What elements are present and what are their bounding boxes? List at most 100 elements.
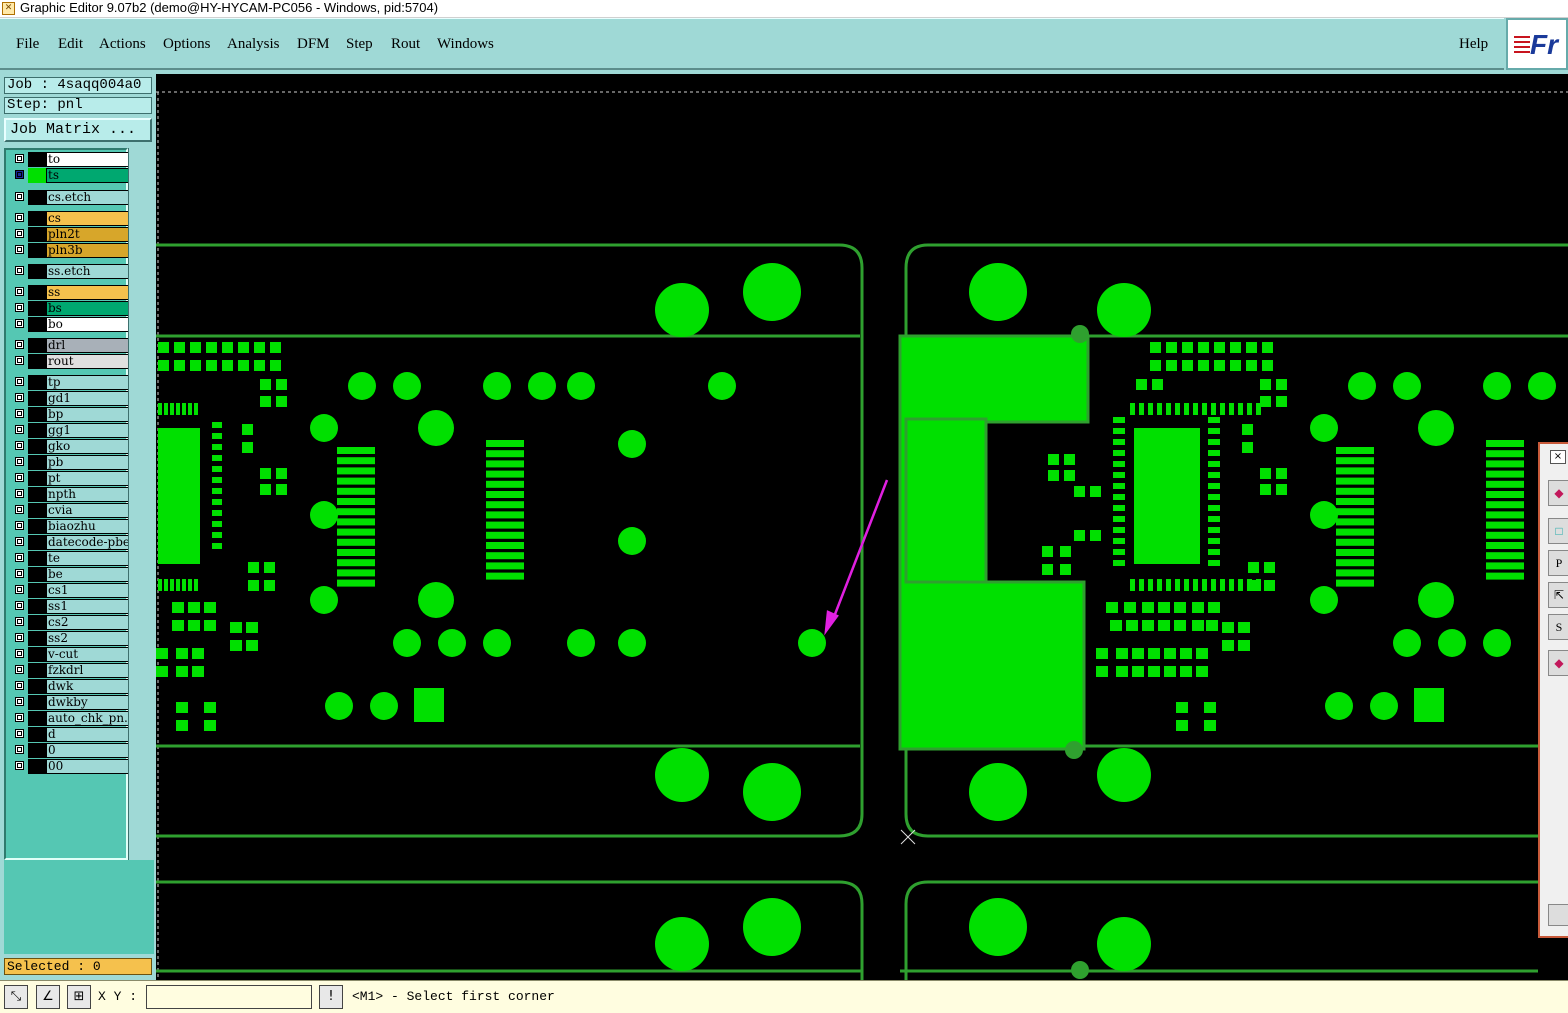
layer-display-slot[interactable]: [28, 243, 46, 258]
layer-checkbox[interactable]: [15, 553, 24, 562]
layer-display-slot[interactable]: [28, 631, 46, 646]
layer-row-te[interactable]: te: [12, 551, 130, 566]
layer-display-slot[interactable]: [28, 599, 46, 614]
layer-display-slot[interactable]: [28, 519, 46, 534]
layer-checkbox[interactable]: [15, 665, 24, 674]
layer-row-dwkby[interactable]: dwkby: [12, 695, 130, 710]
layer-row-d[interactable]: d: [12, 727, 130, 742]
layer-row-biaozhu[interactable]: biaozhu: [12, 519, 130, 534]
layer-display-slot[interactable]: [28, 391, 46, 406]
layer-row-gg1[interactable]: gg1: [12, 423, 130, 438]
layer-display-slot[interactable]: [28, 615, 46, 630]
layer-row-tp[interactable]: tp: [12, 375, 130, 390]
toolbox-p-button[interactable]: P: [1548, 550, 1568, 576]
layer-display-slot[interactable]: [28, 439, 46, 454]
menu-step[interactable]: Step: [346, 36, 373, 53]
layer-checkbox[interactable]: [15, 192, 24, 201]
layer-row-cs1[interactable]: cs1: [12, 583, 130, 598]
layer-display-slot[interactable]: [28, 211, 46, 226]
layer-row-drl[interactable]: drl: [12, 338, 130, 353]
layer-row-gd1[interactable]: gd1: [12, 391, 130, 406]
layer-row-ss2[interactable]: ss2: [12, 631, 130, 646]
menu-rout[interactable]: Rout: [391, 36, 420, 53]
toolbox-arrow-icon[interactable]: ⇱: [1548, 582, 1568, 608]
job-matrix-button[interactable]: Job Matrix ...: [4, 118, 152, 142]
measure-icon[interactable]: ∠: [36, 985, 60, 1009]
menu-actions[interactable]: Actions: [99, 36, 146, 53]
menu-dfm[interactable]: DFM: [297, 36, 330, 53]
toolbox-diamond-icon-2[interactable]: ◆: [1548, 650, 1568, 676]
layer-checkbox[interactable]: [15, 170, 24, 179]
menu-edit[interactable]: Edit: [58, 36, 83, 53]
menu-file[interactable]: File: [16, 36, 39, 53]
layer-checkbox[interactable]: [15, 229, 24, 238]
alert-icon[interactable]: !: [319, 985, 343, 1009]
layer-checkbox[interactable]: [15, 569, 24, 578]
layer-display-slot[interactable]: [28, 503, 46, 518]
layer-display-slot[interactable]: [28, 759, 46, 774]
layer-checkbox[interactable]: [15, 266, 24, 275]
layer-display-slot[interactable]: [28, 285, 46, 300]
layer-display-slot[interactable]: [28, 727, 46, 742]
layer-row-cs2[interactable]: cs2: [12, 615, 130, 630]
layer-display-slot[interactable]: [28, 583, 46, 598]
layer-display-slot[interactable]: [28, 338, 46, 353]
layer-checkbox[interactable]: [15, 154, 24, 163]
layer-row-pt[interactable]: pt: [12, 471, 130, 486]
toolbox-bottom-button[interactable]: [1548, 904, 1568, 926]
menu-windows[interactable]: Windows: [437, 36, 494, 53]
layer-row-fzkdrl[interactable]: fzkdrl: [12, 663, 130, 678]
layer-display-slot[interactable]: [28, 407, 46, 422]
layer-display-slot[interactable]: [28, 264, 46, 279]
layer-display-slot[interactable]: [28, 423, 46, 438]
layer-row-rout[interactable]: rout: [12, 354, 130, 369]
layer-row-cvia[interactable]: cvia: [12, 503, 130, 518]
layer-checkbox[interactable]: [15, 425, 24, 434]
layer-display-slot[interactable]: [28, 567, 46, 582]
layer-checkbox[interactable]: [15, 601, 24, 610]
layer-row-ss1[interactable]: ss1: [12, 599, 130, 614]
layer-checkbox[interactable]: [15, 649, 24, 658]
toolbox-close-icon[interactable]: ×: [1550, 450, 1566, 464]
layer-row-to[interactable]: to: [12, 152, 130, 167]
layer-row-dwk[interactable]: dwk: [12, 679, 130, 694]
layer-checkbox[interactable]: [15, 633, 24, 642]
layer-display-slot[interactable]: [28, 354, 46, 369]
layer-checkbox[interactable]: [15, 213, 24, 222]
layer-row-pb[interactable]: pb: [12, 455, 130, 470]
layer-row-be[interactable]: be: [12, 567, 130, 582]
menu-options[interactable]: Options: [163, 36, 211, 53]
layer-checkbox[interactable]: [15, 441, 24, 450]
toolbox-diamond-icon[interactable]: ◆: [1548, 480, 1568, 506]
layer-row-0[interactable]: 0: [12, 743, 130, 758]
menu-help[interactable]: Help: [1459, 36, 1488, 53]
layer-checkbox[interactable]: [15, 245, 24, 254]
layer-display-slot[interactable]: [28, 679, 46, 694]
layer-display-slot[interactable]: [28, 743, 46, 758]
zoom-window-icon[interactable]: ⤡: [4, 985, 28, 1009]
layer-checkbox[interactable]: [15, 617, 24, 626]
layer-display-slot[interactable]: [28, 647, 46, 662]
layer-row-auto_chk_pn.[interactable]: auto_chk_pn.: [12, 711, 130, 726]
layer-display-slot[interactable]: [28, 190, 46, 205]
layer-display-slot[interactable]: [28, 317, 46, 332]
layer-checkbox[interactable]: [15, 393, 24, 402]
layer-display-slot[interactable]: [28, 455, 46, 470]
layer-checkbox[interactable]: [15, 729, 24, 738]
layer-checkbox[interactable]: [15, 505, 24, 514]
layer-checkbox[interactable]: [15, 489, 24, 498]
layer-display-slot[interactable]: [28, 227, 46, 242]
layer-checkbox[interactable]: [15, 537, 24, 546]
layer-display-slot[interactable]: [28, 695, 46, 710]
layer-row-bs[interactable]: bs: [12, 301, 130, 316]
grid-icon[interactable]: ⊞: [67, 985, 91, 1009]
layer-row-datecode-pbe[interactable]: datecode-pbe: [12, 535, 130, 550]
layer-checkbox[interactable]: [15, 377, 24, 386]
layer-display-slot[interactable]: [28, 663, 46, 678]
layer-checkbox[interactable]: [15, 713, 24, 722]
layer-checkbox[interactable]: [15, 303, 24, 312]
layer-display-slot[interactable]: [28, 471, 46, 486]
layer-row-bp[interactable]: bp: [12, 407, 130, 422]
layer-checkbox[interactable]: [15, 745, 24, 754]
layer-display-slot[interactable]: [28, 551, 46, 566]
